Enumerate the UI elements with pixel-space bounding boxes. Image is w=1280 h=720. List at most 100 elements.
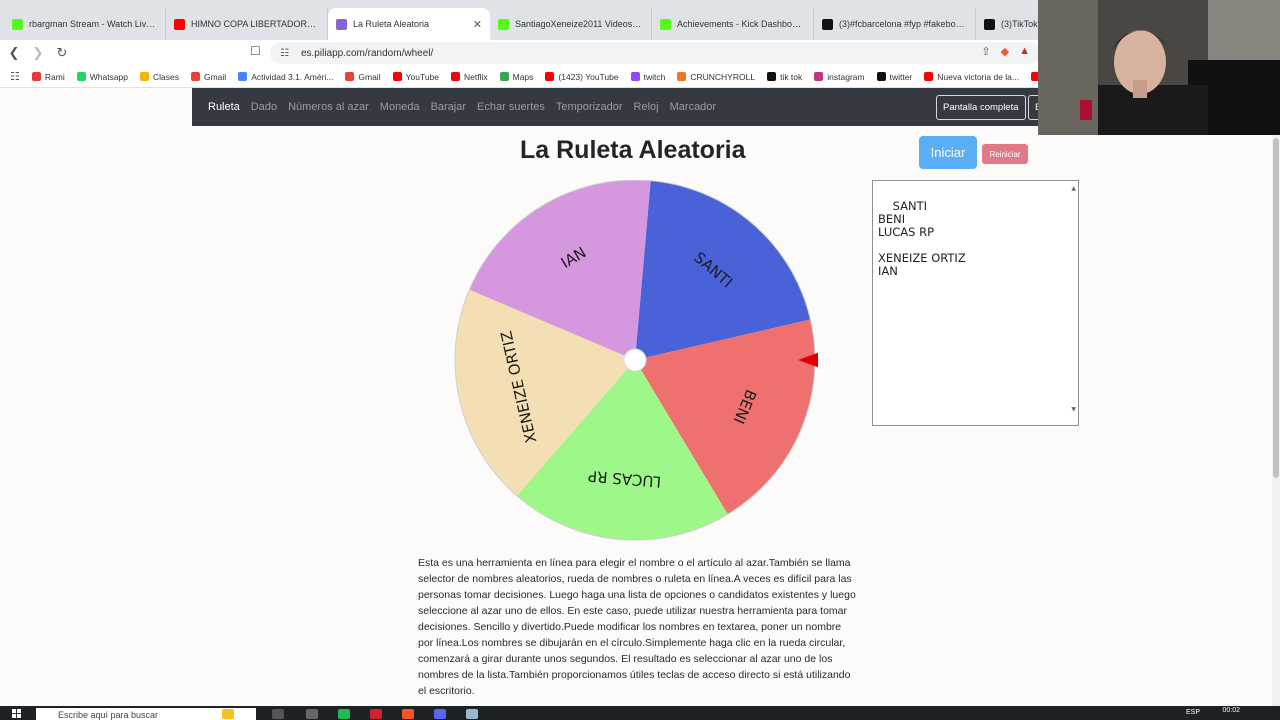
tab-favicon-icon: [498, 18, 509, 30]
windows-taskbar: Escribe aquí para buscar ESP 00:02: [0, 706, 1280, 720]
browser-tab[interactable]: HIMNO COPA LIBERTADORES | C: [166, 8, 328, 40]
bookmark-label: Nueva victoria de la...: [937, 71, 1019, 82]
bookmark-item[interactable]: Nueva victoria de la...: [924, 72, 1019, 82]
bookmark-item[interactable]: Actividad 3.1. Améri...: [238, 72, 333, 82]
bookmark-icon[interactable]: ☐: [250, 44, 261, 58]
page-content: Ruleta Dado Números al azar Moneda Barajar Ec…: [0, 88, 1272, 706]
scroll-up-icon[interactable]: ▲: [1071, 182, 1076, 195]
close-tab-icon[interactable]: ✕: [473, 18, 482, 31]
tab-title: (3)#fcbarcelona #fyp #fakebody ⚠: [839, 18, 967, 29]
bookmark-label: Gmail: [203, 71, 227, 82]
bookmark-item[interactable]: Gmail: [345, 72, 381, 82]
browser-tab[interactable]: Achievements - Kick Dashboard: [652, 8, 814, 40]
browser-tab[interactable]: La Ruleta Aleatoria ✕: [328, 8, 490, 40]
bookmark-label: twitch: [643, 71, 666, 82]
start-button[interactable]: Iniciar: [919, 136, 977, 169]
bookmark-item[interactable]: Gmail: [190, 71, 227, 82]
bookmark-label: Netflix: [464, 71, 488, 82]
bookmark-item[interactable]: Whatsapp: [76, 71, 128, 82]
bookmark-item[interactable]: Maps: [499, 71, 534, 82]
language-indicator[interactable]: ESP: [1186, 709, 1200, 716]
nav-item[interactable]: Echar suertes: [477, 101, 545, 113]
webcam-person-image: [1038, 0, 1280, 135]
bookmark-label: Whatsapp: [89, 71, 128, 82]
bookmark-item[interactable]: YouTube: [392, 72, 439, 82]
brave-shield-icon[interactable]: ◆: [1001, 45, 1009, 58]
nav-item[interactable]: Moneda: [380, 101, 420, 113]
bookmark-item[interactable]: twitter: [876, 71, 913, 82]
nav-item[interactable]: Temporizador: [556, 101, 623, 113]
brave-browser-icon[interactable]: [402, 709, 414, 719]
bookmark-item[interactable]: CRUNCHYROLL: [677, 72, 755, 82]
scroll-down-icon[interactable]: ▼: [1071, 403, 1076, 416]
bookmark-favicon-icon: [630, 72, 640, 81]
bookmark-favicon-icon: [140, 72, 149, 81]
brave-rewards-icon[interactable]: ▲: [1019, 45, 1030, 58]
bookmark-label: twitter: [889, 71, 913, 82]
bookmark-favicon-icon: [767, 72, 777, 81]
names-textarea[interactable]: SANTI BENI LUCAS RP XENEIZE ORTIZ IAN ▲ …: [872, 180, 1079, 426]
discord-icon[interactable]: [434, 709, 446, 719]
url-text: es.piliapp.com/random/wheel/: [300, 47, 434, 59]
bookmark-favicon-icon: [876, 72, 886, 81]
nav-item[interactable]: Dado: [251, 101, 277, 113]
page-scrollbar[interactable]: [1272, 88, 1280, 706]
taskbar-app-icon-2[interactable]: [466, 709, 478, 719]
reset-button[interactable]: Reiniciar: [982, 144, 1028, 164]
tab-title: HIMNO COPA LIBERTADORES | C: [191, 19, 319, 29]
bookmark-favicon-icon: [451, 72, 460, 81]
bookmark-favicon-icon: [238, 72, 248, 81]
bookmark-item[interactable]: (1423) YouTube: [545, 71, 619, 82]
tab-favicon-icon: [660, 18, 671, 30]
bookmark-favicon-icon: [76, 72, 86, 81]
back-icon[interactable]: ❮: [4, 45, 24, 61]
tab-favicon-icon: [174, 18, 185, 30]
taskbar-app-icon[interactable]: [370, 709, 382, 719]
bookmark-item[interactable]: Rami: [31, 71, 65, 82]
nav-item[interactable]: Barajar: [431, 101, 466, 113]
bookmark-label: Rami: [44, 71, 65, 82]
nav-item[interactable]: Números al azar: [288, 101, 369, 113]
browser-tab[interactable]: rbargman Stream - Watch Live on Kick: [4, 8, 166, 40]
forward-icon[interactable]: ❯: [28, 45, 48, 61]
nav-item[interactable]: Ruleta: [208, 101, 240, 113]
share-icon[interactable]: ⇧: [981, 45, 990, 58]
taskbar-widget-icon[interactable]: [222, 709, 234, 719]
nav-item[interactable]: Reloj: [634, 101, 659, 113]
obs-icon[interactable]: [306, 709, 318, 719]
tab-favicon-icon: [984, 18, 995, 30]
bookmark-favicon-icon: [814, 72, 824, 81]
bookmark-favicon-icon: [31, 72, 41, 81]
bookmark-item[interactable]: tik tok: [767, 72, 802, 82]
address-bar[interactable]: ☷ es.piliapp.com/random/wheel/ ⇧ ◆ ▲: [270, 42, 1040, 64]
bookmark-label: CRUNCHYROLL: [690, 71, 756, 82]
taskbar-clock[interactable]: 00:02: [1222, 707, 1240, 714]
browser-tab[interactable]: SantiagoXeneize2011 Videos - Watch: [490, 8, 652, 40]
bookmark-item[interactable]: twitch: [630, 71, 666, 82]
browser-tab[interactable]: (3)#fcbarcelona #fyp #fakebody ⚠: [814, 8, 976, 40]
spotify-icon[interactable]: [338, 709, 350, 719]
wheel-center-hub: [623, 348, 647, 372]
random-wheel[interactable]: SANTIBENILUCAS RPXENEIZE ORTIZIAN: [454, 180, 818, 544]
bookmark-favicon-icon: [677, 72, 687, 81]
scrollbar-thumb[interactable]: [1273, 138, 1279, 478]
reload-icon[interactable]: ↻: [52, 45, 72, 61]
names-text: SANTI BENI LUCAS RP XENEIZE ORTIZ IAN: [878, 199, 966, 278]
site-navbar: Ruleta Dado Números al azar Moneda Barajar Ec…: [192, 88, 1048, 126]
bookmark-label: (1423) YouTube: [558, 71, 619, 82]
apps-grid-icon[interactable]: ☷: [10, 70, 20, 83]
bookmark-favicon-icon: [545, 72, 555, 81]
tab-favicon-icon: [12, 18, 23, 30]
tab-title: rbargman Stream - Watch Live on Kick: [29, 19, 157, 29]
bookmark-item[interactable]: Netflix: [451, 72, 488, 82]
bookmark-item[interactable]: Clases: [140, 72, 179, 82]
windows-start-icon[interactable]: [12, 709, 21, 718]
nav-item[interactable]: Marcador: [670, 101, 716, 113]
bookmark-label: Clases: [153, 71, 179, 82]
fullscreen-button[interactable]: Pantalla completa: [936, 95, 1026, 120]
bookmark-label: Maps: [512, 71, 534, 82]
site-info-icon[interactable]: ☷: [280, 48, 289, 59]
bookmark-favicon-icon: [392, 72, 402, 81]
task-view-icon[interactable]: [272, 709, 284, 719]
bookmark-item[interactable]: instagram: [814, 72, 865, 82]
